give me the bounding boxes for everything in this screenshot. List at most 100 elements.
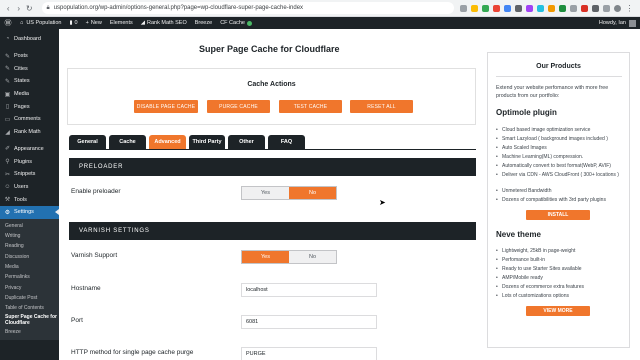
preloader-yes-option[interactable]: Yes <box>242 187 289 199</box>
rank-math-icon: ◢ <box>140 20 145 26</box>
url-text: uspopulation.org/wp-admin/options-genera… <box>53 5 304 11</box>
submenu-media[interactable]: Media <box>0 262 59 272</box>
extension-icon[interactable] <box>547 4 555 12</box>
submenu-table-of-contents[interactable]: Table of Contents <box>0 303 59 313</box>
submenu-discussion[interactable]: Discussion <box>0 252 59 262</box>
extension-icon[interactable] <box>602 4 610 12</box>
enable-preloader-label: Enable preloader <box>71 188 121 195</box>
varnish-no-option[interactable]: No <box>289 251 336 263</box>
tab-divider <box>69 149 476 150</box>
sidebar-item-posts[interactable]: ✎ Posts <box>0 50 59 63</box>
tab-other[interactable]: Other <box>228 135 265 149</box>
view-more-neve-button[interactable]: VIEW MORE <box>526 306 590 316</box>
hostname-label: Hostname <box>71 285 101 292</box>
pin-icon: ✎ <box>4 78 11 85</box>
list-item: Machine Learning(ML) compression. <box>496 154 626 161</box>
status-dot <box>246 20 252 26</box>
submenu-writing[interactable]: Writing <box>0 231 59 241</box>
more-icon[interactable]: ⋮ <box>625 4 634 13</box>
page-icon: ▯ <box>5 104 10 111</box>
profile-icon[interactable] <box>613 4 621 12</box>
admin-bar-new[interactable]: + New <box>82 17 106 29</box>
purge-cache-button[interactable]: PURGE CACHE <box>207 100 270 113</box>
extension-icon[interactable] <box>470 4 478 12</box>
reload-icon[interactable]: ↻ <box>25 4 34 13</box>
disable-page-cache-button[interactable]: DISABLE PAGE CACHE <box>134 100 198 113</box>
plugin-icon: ⚲ <box>5 159 10 166</box>
address-bar[interactable]: 🔒︎ uspopulation.org/wp-admin/options-gen… <box>41 2 454 14</box>
mouse-cursor-icon: ➤ <box>379 198 386 207</box>
submenu-privacy[interactable]: Privacy <box>0 282 59 292</box>
extension-icon[interactable] <box>525 4 533 12</box>
hostname-input[interactable]: localhost <box>241 283 377 297</box>
submenu-breeze[interactable]: Breeze <box>0 327 59 337</box>
extension-icon[interactable] <box>514 4 522 12</box>
sidebar-item-pages[interactable]: ▯ Pages <box>0 100 59 113</box>
list-item: Unmetered Bandwidth <box>496 188 626 195</box>
port-input[interactable]: 6081 <box>241 315 377 329</box>
sidebar-item-appearance[interactable]: ✐ Appearance <box>0 143 59 156</box>
submenu-reading[interactable]: Reading <box>0 241 59 251</box>
submenu-duplicate-post[interactable]: Duplicate Post <box>0 293 59 303</box>
wordpress-logo-icon[interactable]: Ⓦ <box>0 17 16 29</box>
page-title: Super Page Cache for Cloudflare <box>199 44 340 54</box>
extension-icon[interactable] <box>503 4 511 12</box>
sidebar-item-rank-math[interactable]: ◢ Rank Math <box>0 126 59 139</box>
tab-general[interactable]: General <box>69 135 106 149</box>
sidebar-item-comments[interactable]: ▭ Comments <box>0 113 59 126</box>
admin-bar-rank-math[interactable]: ◢ Rank Math SEO <box>137 17 191 29</box>
media-icon: ▣ <box>4 91 11 98</box>
admin-bar-cf-cache[interactable]: CF Cache <box>216 17 256 29</box>
extension-icon[interactable] <box>580 4 588 12</box>
tab-third-party[interactable]: Third Party <box>189 135 225 149</box>
cache-actions-box: Cache Actions DISABLE PAGE CACHE PURGE C… <box>67 68 476 125</box>
extension-icon[interactable] <box>569 4 577 12</box>
extension-icon[interactable] <box>459 4 467 12</box>
code-icon: ✂ <box>4 171 11 178</box>
extension-icon[interactable] <box>536 4 544 12</box>
our-products-panel: Our Products Extend your website perfoma… <box>487 52 630 348</box>
sidebar-item-media[interactable]: ▣ Media <box>0 88 59 101</box>
sidebar-item-states[interactable]: ✎ States <box>0 75 59 88</box>
sidebar-item-dashboard[interactable]: ◔ Dashboard <box>0 33 59 46</box>
submenu-general[interactable]: General <box>0 221 59 231</box>
sidebar-item-plugins[interactable]: ⚲ Plugins <box>0 155 59 168</box>
sidebar-item-users[interactable]: ☺ Users <box>0 181 59 194</box>
admin-bar-site[interactable]: ⌂ US Population <box>16 17 66 29</box>
panel-divider <box>496 76 622 77</box>
tab-advanced[interactable]: Advanced <box>149 135 186 149</box>
reset-all-button[interactable]: RESET ALL <box>350 100 413 113</box>
back-icon[interactable]: ‹ <box>4 4 13 13</box>
test-cache-button[interactable]: TEST CACHE <box>279 100 342 113</box>
admin-bar-account[interactable]: Howdy, Ian <box>599 19 640 27</box>
extensions-bar: ⋮ <box>459 4 636 13</box>
varnish-yes-option[interactable]: Yes <box>242 251 289 263</box>
panel-description: Extend your website perfomance with more… <box>496 85 609 99</box>
list-item: AMP/Mobile ready <box>496 275 626 282</box>
tab-cache[interactable]: Cache <box>109 135 146 149</box>
main-content: Super Page Cache for Cloudflare Cache Ac… <box>59 29 640 360</box>
list-item: Cloud based image optimization service <box>496 127 626 134</box>
extension-icon[interactable] <box>492 4 500 12</box>
sidebar-item-settings[interactable]: ⚙ Settings <box>0 205 59 219</box>
preloader-no-option[interactable]: No <box>289 187 336 199</box>
brush-icon: ✐ <box>4 146 11 153</box>
varnish-support-toggle: Yes No <box>241 250 337 264</box>
forward-icon[interactable]: › <box>15 4 24 13</box>
install-optimole-button[interactable]: INSTALL <box>526 210 590 220</box>
purge-method-input[interactable]: PURGE <box>241 347 377 360</box>
extension-icon[interactable] <box>591 4 599 12</box>
list-item: Automatically convert to best format(Web… <box>496 163 626 170</box>
submenu-permalinks[interactable]: Permalinks <box>0 272 59 282</box>
list-item: Auto Scaled Images <box>496 145 626 152</box>
sidebar-item-cities[interactable]: ✎ Cities <box>0 62 59 75</box>
sidebar-item-tools[interactable]: ⚒ Tools <box>0 193 59 206</box>
tab-faq[interactable]: FAQ <box>268 135 305 149</box>
admin-bar-elements[interactable]: Elements <box>106 17 137 29</box>
sidebar-item-snippets[interactable]: ✂ Snippets <box>0 168 59 181</box>
extension-icon[interactable] <box>558 4 566 12</box>
admin-bar-comments[interactable]: ▮ 0 <box>66 17 82 29</box>
submenu-super-page-cache[interactable]: Super Page Cache for Cloudflare <box>0 313 59 327</box>
extension-icon[interactable] <box>481 4 489 12</box>
admin-bar-breeze[interactable]: Breeze <box>191 17 216 29</box>
